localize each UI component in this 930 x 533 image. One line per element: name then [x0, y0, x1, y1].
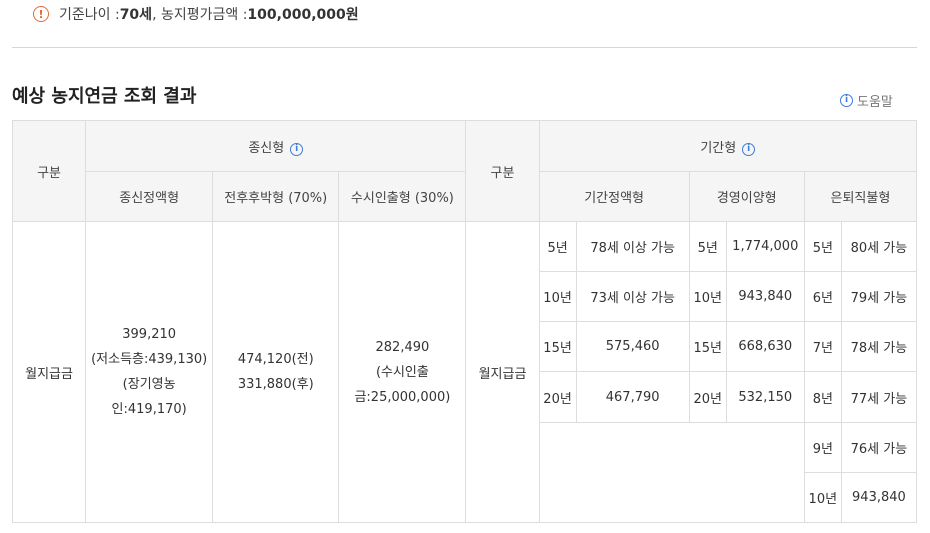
header-gubun-right: 구분	[465, 120, 540, 222]
header-lifetime: 종신형 i	[85, 120, 467, 172]
notice-age: 70세	[119, 7, 153, 23]
term-fixed-year: 15년	[538, 321, 577, 372]
value-line: 331,880(후)	[237, 377, 314, 392]
exclamation-circle-icon: !	[33, 6, 49, 22]
term-retire-year: 5년	[803, 221, 842, 272]
term-retire-year: 9년	[803, 422, 842, 473]
term-transfer-year: 10년	[688, 271, 727, 322]
term-retire-value: 943,840	[840, 472, 918, 523]
table-row: 월지급금 399,210 (저소득층:439,130) (장기영농인:419,1…	[11, 221, 918, 523]
term-retire-year: 10년	[803, 472, 842, 523]
row-label-right: 월지급금	[465, 221, 540, 523]
col-header-term-fixed: 기간정액형	[538, 171, 690, 222]
term-info-icon[interactable]: i	[742, 142, 756, 156]
term-transfer-value: 532,150	[725, 371, 805, 423]
empty-cell	[538, 422, 805, 523]
help-link[interactable]: i 도움말	[840, 91, 893, 110]
header-term-label: 기간형	[700, 140, 737, 156]
divider	[12, 47, 917, 48]
term-transfer-year: 5년	[688, 221, 727, 272]
help-label: 도움말	[857, 95, 893, 110]
value-line: 금:25,000,000)	[354, 389, 451, 405]
col-header-lifetime-fixed: 종신정액형	[85, 171, 214, 222]
term-fixed-year: 20년	[538, 371, 577, 423]
info-circle-icon: i	[840, 94, 853, 107]
term-retire-year: 7년	[803, 321, 842, 372]
result-table: 구분 종신형 i 구분 기간형 i 종신정액형 전후후박형 (70%) 수시인출형 …	[11, 120, 918, 523]
term-retire-value: 80세 가능	[840, 221, 918, 272]
term-retire-value: 77세 가능	[840, 371, 918, 423]
notice-prefix: 기준나이 :	[59, 7, 120, 23]
term-transfer-year: 20년	[688, 371, 727, 423]
term-retire-year: 6년	[803, 271, 842, 322]
value-line: 474,120(전)	[237, 352, 314, 367]
term-fixed-value: 575,460	[575, 321, 690, 372]
col-header-term-retire: 은퇴직불형	[803, 171, 918, 222]
value-line: (저소득층:439,130)	[91, 352, 208, 367]
row-label-left: 월지급금	[11, 221, 87, 523]
notice-line: ! 기준나이 : 70세, 농지평가금액 : 100,000,000원	[33, 3, 359, 25]
value-line: 282,490	[375, 339, 430, 355]
value-line: (장기영농인:419,170)	[111, 377, 187, 417]
section-title: 예상 농지연금 조회 결과	[12, 86, 197, 107]
term-retire-year: 8년	[803, 371, 842, 423]
term-transfer-value: 668,630	[725, 321, 805, 372]
term-transfer-value: 1,774,000	[725, 221, 805, 272]
term-fixed-value: 73세 이상 가능	[575, 271, 690, 322]
term-fixed-value: 78세 이상 가능	[575, 221, 690, 272]
lifetime-info-icon[interactable]: i	[290, 142, 304, 156]
notice-sep: , 농지평가금액 :	[152, 7, 248, 23]
col-header-lifetime-withdrawal: 수시인출형 (30%)	[338, 171, 467, 222]
header-lifetime-label: 종신형	[248, 140, 285, 156]
term-retire-value: 79세 가능	[840, 271, 918, 322]
header-gubun-left: 구분	[11, 120, 87, 222]
header-term: 기간형 i	[538, 120, 918, 172]
lifetime-front-value: 474,120(전) 331,880(후)	[212, 221, 340, 523]
value-line: (수시인출	[375, 364, 429, 380]
term-retire-value: 78세 가능	[840, 321, 918, 372]
lifetime-withdrawal-value: 282,490 (수시인출 금:25,000,000)	[338, 221, 467, 523]
term-fixed-year: 10년	[538, 271, 577, 322]
col-header-term-transfer: 경영이양형	[688, 171, 805, 222]
term-transfer-year: 15년	[688, 321, 727, 372]
lifetime-fixed-value: 399,210 (저소득층:439,130) (장기영농인:419,170)	[85, 221, 214, 523]
value-line: 399,210	[122, 327, 177, 342]
term-fixed-year: 5년	[538, 221, 577, 272]
term-transfer-value: 943,840	[725, 271, 805, 322]
col-header-lifetime-front: 전후후박형 (70%)	[212, 171, 340, 222]
term-fixed-value: 467,790	[575, 371, 690, 423]
term-retire-value: 76세 가능	[840, 422, 918, 473]
notice-amount: 100,000,000원	[247, 7, 359, 23]
